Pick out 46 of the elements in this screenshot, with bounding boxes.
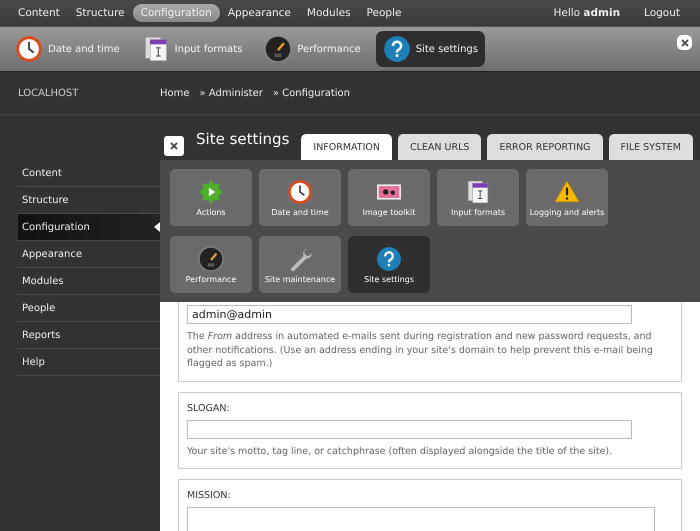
clock-icon <box>15 35 43 63</box>
tab[interactable]: CLEAN URLS <box>398 134 482 160</box>
breadcrumb-link[interactable]: » Configuration <box>272 88 350 98</box>
input-field[interactable] <box>187 420 632 438</box>
close-button[interactable] <box>677 35 692 50</box>
overlay-title: Site settings <box>196 130 290 148</box>
nav-link[interactable]: Appearance <box>220 4 299 22</box>
site-name: LOCALHOST <box>17 88 80 98</box>
clock-icon <box>287 178 313 204</box>
field-description: Your site's motto, tag line, or catchphrase (often displayed alongside the title of the site). <box>187 444 614 458</box>
shortcut-tile[interactable]: Performance <box>170 236 252 293</box>
gauge-icon <box>198 246 224 272</box>
pointer-icon <box>154 222 160 232</box>
tab[interactable]: INFORMATION <box>301 134 392 160</box>
nav-link[interactable]: Modules <box>298 4 359 22</box>
shortcut-tile[interactable]: Date and time <box>259 169 341 226</box>
shortcut-tile[interactable]: Logging and alerts <box>526 169 608 226</box>
greeting-text: Hello admin <box>553 7 620 19</box>
shortcut-tile[interactable]: Site settings <box>348 236 430 293</box>
shortcut-link[interactable]: Site settings <box>376 31 485 67</box>
tab[interactable]: FILE SYSTEM <box>608 134 693 160</box>
logout-link[interactable]: Logout <box>636 4 688 22</box>
field-description: The From address in automated e-mails sent during registration and new password requests, and other notifications. (Use an address ending in your site's domain to help prevent this e-mail being flagged as spam.) <box>187 330 654 370</box>
nav-link[interactable]: People <box>358 4 410 22</box>
close-icon <box>170 142 178 150</box>
shortcut-tile[interactable]: Actions <box>170 169 252 226</box>
help-icon <box>382 35 411 63</box>
breadcrumb-link[interactable]: » Administer <box>200 88 263 98</box>
sidebar-item[interactable]: Configuration <box>18 214 160 241</box>
close-button[interactable] <box>164 136 184 156</box>
shortcut-tile[interactable]: Input formats <box>437 169 519 226</box>
gauge-icon <box>264 35 292 63</box>
shortcut-tile[interactable]: Image toolkit <box>348 169 430 226</box>
field-label: SLOGAN: <box>187 402 231 414</box>
help-icon <box>376 246 402 272</box>
warning-icon <box>554 178 580 204</box>
document-icon <box>465 178 491 204</box>
shortcut-tile[interactable]: Site maintenance <box>259 236 341 293</box>
nav-link[interactable]: Structure <box>68 4 133 22</box>
input-field[interactable]: admin@admin <box>187 305 632 324</box>
nav-link[interactable]: Content <box>10 4 68 22</box>
play-star-icon <box>198 178 224 204</box>
close-icon <box>680 38 688 46</box>
field-label: MISSION: <box>187 490 232 501</box>
tab[interactable]: ERROR REPORTING <box>487 134 603 160</box>
breadcrumb-link[interactable]: Home <box>160 88 190 98</box>
